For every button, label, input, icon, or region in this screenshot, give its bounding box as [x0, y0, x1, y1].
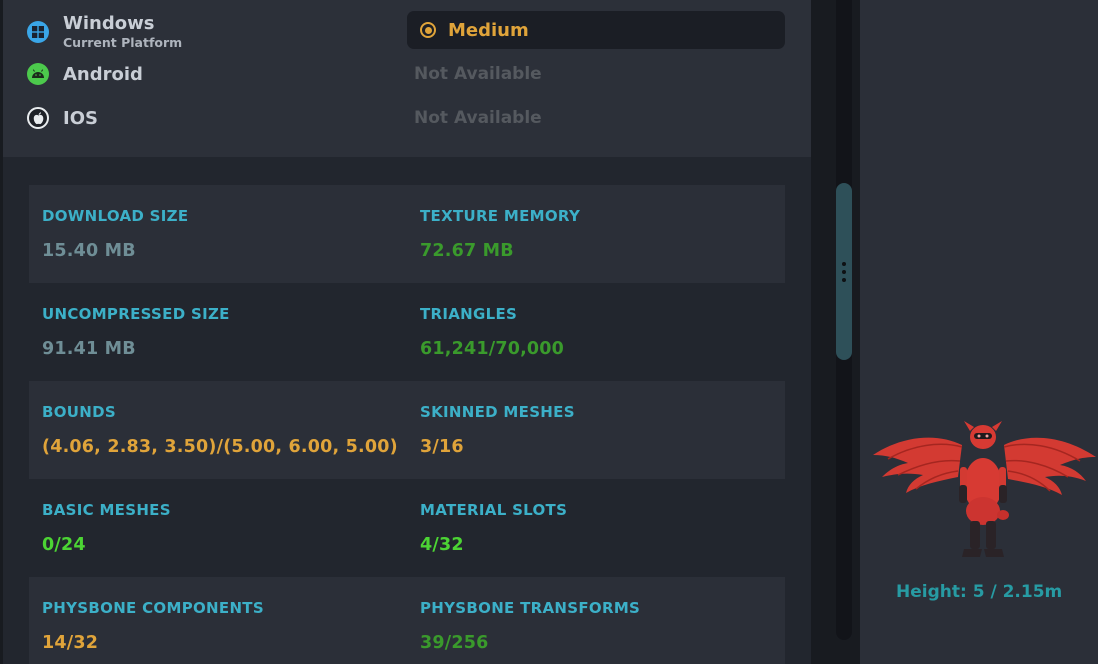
stat-label: MATERIAL SLOTS — [420, 501, 568, 519]
stat-value: 72.67 MB — [420, 241, 514, 261]
stat-value: 14/32 — [42, 633, 99, 653]
android-icon — [27, 63, 49, 85]
avatar-height-label: Height: 5 / 2.15m — [896, 582, 1063, 602]
android-availability: Not Available — [414, 64, 542, 84]
stat-value: 4/32 — [420, 535, 464, 555]
stats-row: PHYSBONE COMPONENTS 14/32 PHYSBONE TRANS… — [29, 577, 785, 664]
windows-icon — [27, 20, 49, 43]
stat-value: 3/16 — [420, 437, 464, 457]
platform-section: Windows Current Platform Android IOS Med… — [3, 0, 811, 157]
platform-row-windows[interactable]: Windows Current Platform — [27, 13, 182, 50]
stat-label: DOWNLOAD SIZE — [42, 207, 189, 225]
grip-dots-icon — [842, 262, 846, 282]
stat-label: SKINNED MESHES — [420, 403, 575, 421]
stat-value: 61,241/70,000 — [420, 339, 565, 359]
platform-name: Windows — [63, 13, 155, 34]
stats-row: BASIC MESHES 0/24 MATERIAL SLOTS 4/32 — [29, 479, 785, 577]
apple-icon — [27, 107, 49, 129]
stat-value: (4.06, 2.83, 3.50)/(5.00, 6.00, 5.00) — [42, 437, 398, 457]
platform-subtitle: Current Platform — [63, 35, 183, 50]
stat-label: BOUNDS — [42, 403, 116, 421]
performance-rating-medium[interactable]: Medium — [407, 11, 785, 49]
stat-label: TEXTURE MEMORY — [420, 207, 581, 225]
avatar-details-screen: Windows Current Platform Android IOS Med… — [0, 0, 1098, 664]
stat-value: 15.40 MB — [42, 241, 136, 261]
stat-label: PHYSBONE TRANSFORMS — [420, 599, 641, 617]
medium-rating-icon — [420, 22, 436, 38]
avatar-stats-panel: Windows Current Platform Android IOS Med… — [3, 0, 811, 664]
stat-label: UNCOMPRESSED SIZE — [42, 305, 230, 323]
stats-row: BOUNDS (4.06, 2.83, 3.50)/(5.00, 6.00, 5… — [29, 381, 785, 479]
platform-row-android[interactable]: Android — [27, 63, 143, 85]
stat-value: 91.41 MB — [42, 339, 136, 359]
stats-row: DOWNLOAD SIZE 15.40 MB TEXTURE MEMORY 72… — [29, 185, 785, 283]
platform-name: Android — [63, 63, 143, 85]
stats-row: UNCOMPRESSED SIZE 91.41 MB TRIANGLES 61,… — [29, 283, 785, 381]
ios-availability: Not Available — [414, 108, 542, 128]
stat-value: 0/24 — [42, 535, 86, 555]
stat-value: 39/256 — [420, 633, 489, 653]
performance-label: Medium — [448, 19, 529, 41]
avatar-preview-image — [873, 421, 1096, 557]
stat-label: TRIANGLES — [420, 305, 518, 323]
stat-label: PHYSBONE COMPONENTS — [42, 599, 264, 617]
platform-row-ios[interactable]: IOS — [27, 107, 98, 129]
platform-name: IOS — [63, 107, 98, 129]
stat-label: BASIC MESHES — [42, 501, 171, 519]
